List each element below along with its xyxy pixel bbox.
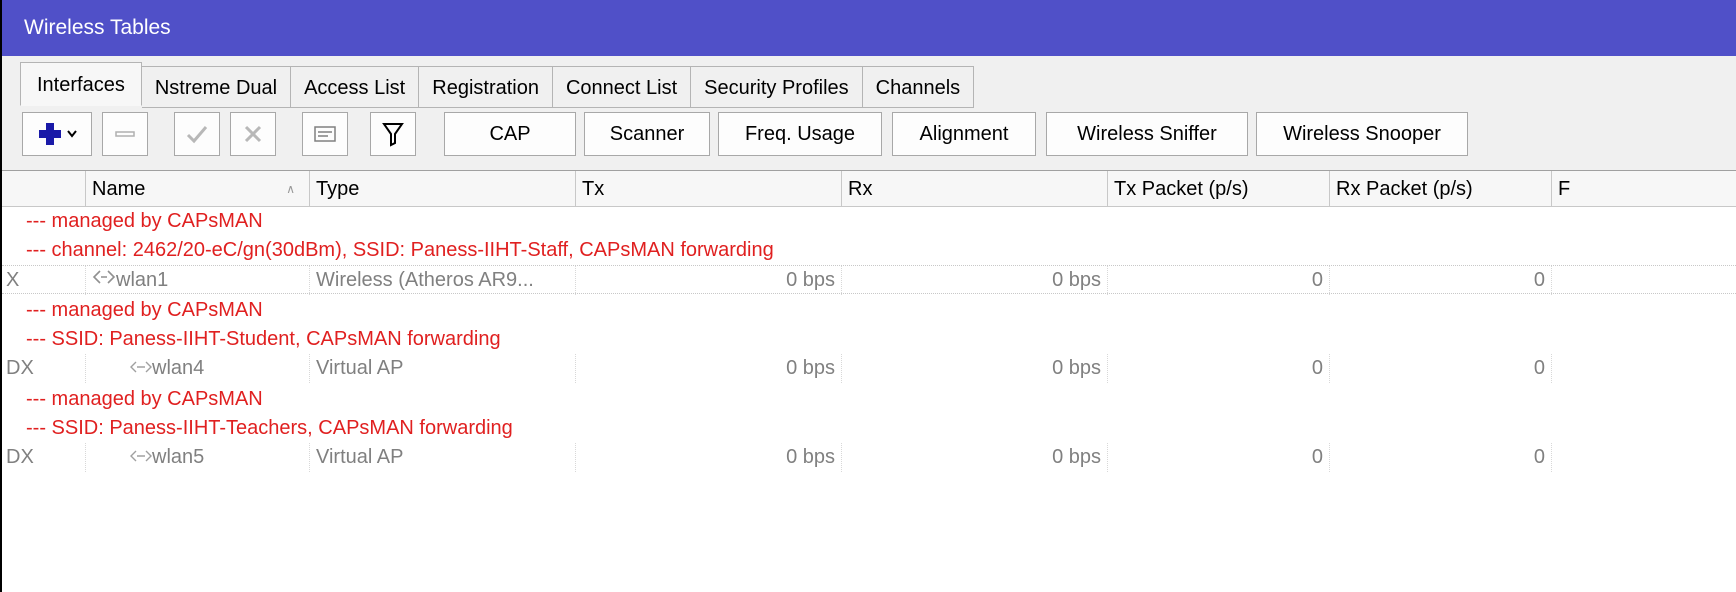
row-tx: 0 bps xyxy=(576,354,842,383)
row-type: Wireless (Atheros AR9... xyxy=(310,266,576,295)
row-rx: 0 bps xyxy=(842,443,1108,472)
tab-access-list[interactable]: Access List xyxy=(291,66,420,108)
comment-row[interactable]: --- channel: 2462/20-eC/gn(30dBm), SSID:… xyxy=(2,236,1736,265)
disable-button[interactable] xyxy=(230,112,276,156)
filter-icon xyxy=(381,121,405,147)
table-row[interactable]: DX wlan5 Virtual AP 0 bps 0 bps 0 0 xyxy=(2,443,1736,472)
row-tx-packet: 0 xyxy=(1108,443,1330,472)
tab-bar: Interfaces Nstreme Dual Access List Regi… xyxy=(20,62,975,108)
tab-nstreme-dual[interactable]: Nstreme Dual xyxy=(141,66,292,108)
row-rx-packet: 0 xyxy=(1330,266,1552,295)
row-flags: DX xyxy=(2,443,86,472)
tab-connect-list[interactable]: Connect List xyxy=(552,66,692,108)
chevron-down-icon xyxy=(67,130,77,138)
enable-button[interactable] xyxy=(174,112,220,156)
remove-button[interactable] xyxy=(102,112,148,156)
row-name: wlan5 xyxy=(152,446,205,468)
row-rx-packet: 0 xyxy=(1330,443,1552,472)
column-tx[interactable]: Tx xyxy=(576,171,842,207)
comment-row[interactable]: --- managed by CAPsMAN xyxy=(2,296,1736,325)
comment-row[interactable]: --- managed by CAPsMAN xyxy=(2,385,1736,414)
virtual-ap-icon xyxy=(130,354,152,383)
row-rx-packet: 0 xyxy=(1330,354,1552,383)
wireless-interface-icon xyxy=(92,266,116,295)
tab-channels[interactable]: Channels xyxy=(862,66,975,108)
toolbar: CAP Scanner Freq. Usage Alignment Wirele… xyxy=(2,108,1736,170)
row-tx-packet: 0 xyxy=(1108,266,1330,295)
comment-row[interactable]: --- managed by CAPsMAN xyxy=(2,207,1736,236)
column-rx[interactable]: Rx xyxy=(842,171,1108,207)
row-name: wlan4 xyxy=(152,357,205,379)
wireless-tables-window: Wireless Tables Interfaces Nstreme Dual … xyxy=(0,0,1736,592)
row-type: Virtual AP xyxy=(310,443,576,472)
alignment-button[interactable]: Alignment xyxy=(892,112,1036,156)
wireless-sniffer-button[interactable]: Wireless Sniffer xyxy=(1046,112,1248,156)
row-name-cell: wlan4 xyxy=(86,354,310,383)
cap-button[interactable]: CAP xyxy=(444,112,576,156)
row-tx: 0 bps xyxy=(576,443,842,472)
window-title: Wireless Tables xyxy=(2,0,1736,56)
row-rx: 0 bps xyxy=(842,354,1108,383)
virtual-ap-icon xyxy=(130,443,152,472)
row-type: Virtual AP xyxy=(310,354,576,383)
row-name: wlan1 xyxy=(116,269,169,291)
row-flags: DX xyxy=(2,354,86,383)
comment-row[interactable]: --- SSID: Paness-IIHT-Student, CAPsMAN f… xyxy=(2,325,1736,354)
tab-interfaces[interactable]: Interfaces xyxy=(20,62,142,106)
column-type[interactable]: Type xyxy=(310,171,576,207)
table-row[interactable]: DX wlan4 Virtual AP 0 bps 0 bps 0 0 xyxy=(2,354,1736,383)
wireless-snooper-button[interactable]: Wireless Snooper xyxy=(1256,112,1468,156)
scanner-button[interactable]: Scanner xyxy=(584,112,710,156)
tab-registration[interactable]: Registration xyxy=(419,66,553,108)
column-name[interactable]: Name ∧ xyxy=(86,171,310,207)
table-header: Name ∧ Type Tx Rx Tx Packet (p/s) Rx Pac… xyxy=(2,171,1736,207)
freq-usage-button[interactable]: Freq. Usage xyxy=(718,112,882,156)
comment-button[interactable] xyxy=(302,112,348,156)
add-button[interactable] xyxy=(22,112,92,156)
table-row[interactable]: X wlan1 Wireless (Atheros AR9... 0 bps 0… xyxy=(2,265,1736,295)
cross-icon xyxy=(241,122,265,146)
comment-row[interactable]: --- SSID: Paness-IIHT-Teachers, CAPsMAN … xyxy=(2,414,1736,443)
remove-icon xyxy=(114,129,136,139)
row-flags: X xyxy=(2,266,86,295)
row-tx-packet: 0 xyxy=(1108,354,1330,383)
sort-ascending-icon: ∧ xyxy=(286,182,295,196)
row-rx: 0 bps xyxy=(842,266,1108,295)
interfaces-table: Name ∧ Type Tx Rx Tx Packet (p/s) Rx Pac… xyxy=(2,170,1736,592)
comment-icon xyxy=(313,124,337,144)
row-tx: 0 bps xyxy=(576,266,842,295)
add-icon xyxy=(37,121,63,147)
row-name-cell: wlan5 xyxy=(86,443,310,472)
row-name-cell: wlan1 xyxy=(86,266,310,295)
column-f[interactable]: F xyxy=(1552,171,1736,207)
filter-button[interactable] xyxy=(370,112,416,156)
tab-security-profiles[interactable]: Security Profiles xyxy=(691,66,863,108)
column-tx-packet[interactable]: Tx Packet (p/s) xyxy=(1108,171,1330,207)
check-icon xyxy=(185,122,209,146)
column-rx-packet[interactable]: Rx Packet (p/s) xyxy=(1330,171,1552,207)
column-flags[interactable] xyxy=(2,171,86,207)
